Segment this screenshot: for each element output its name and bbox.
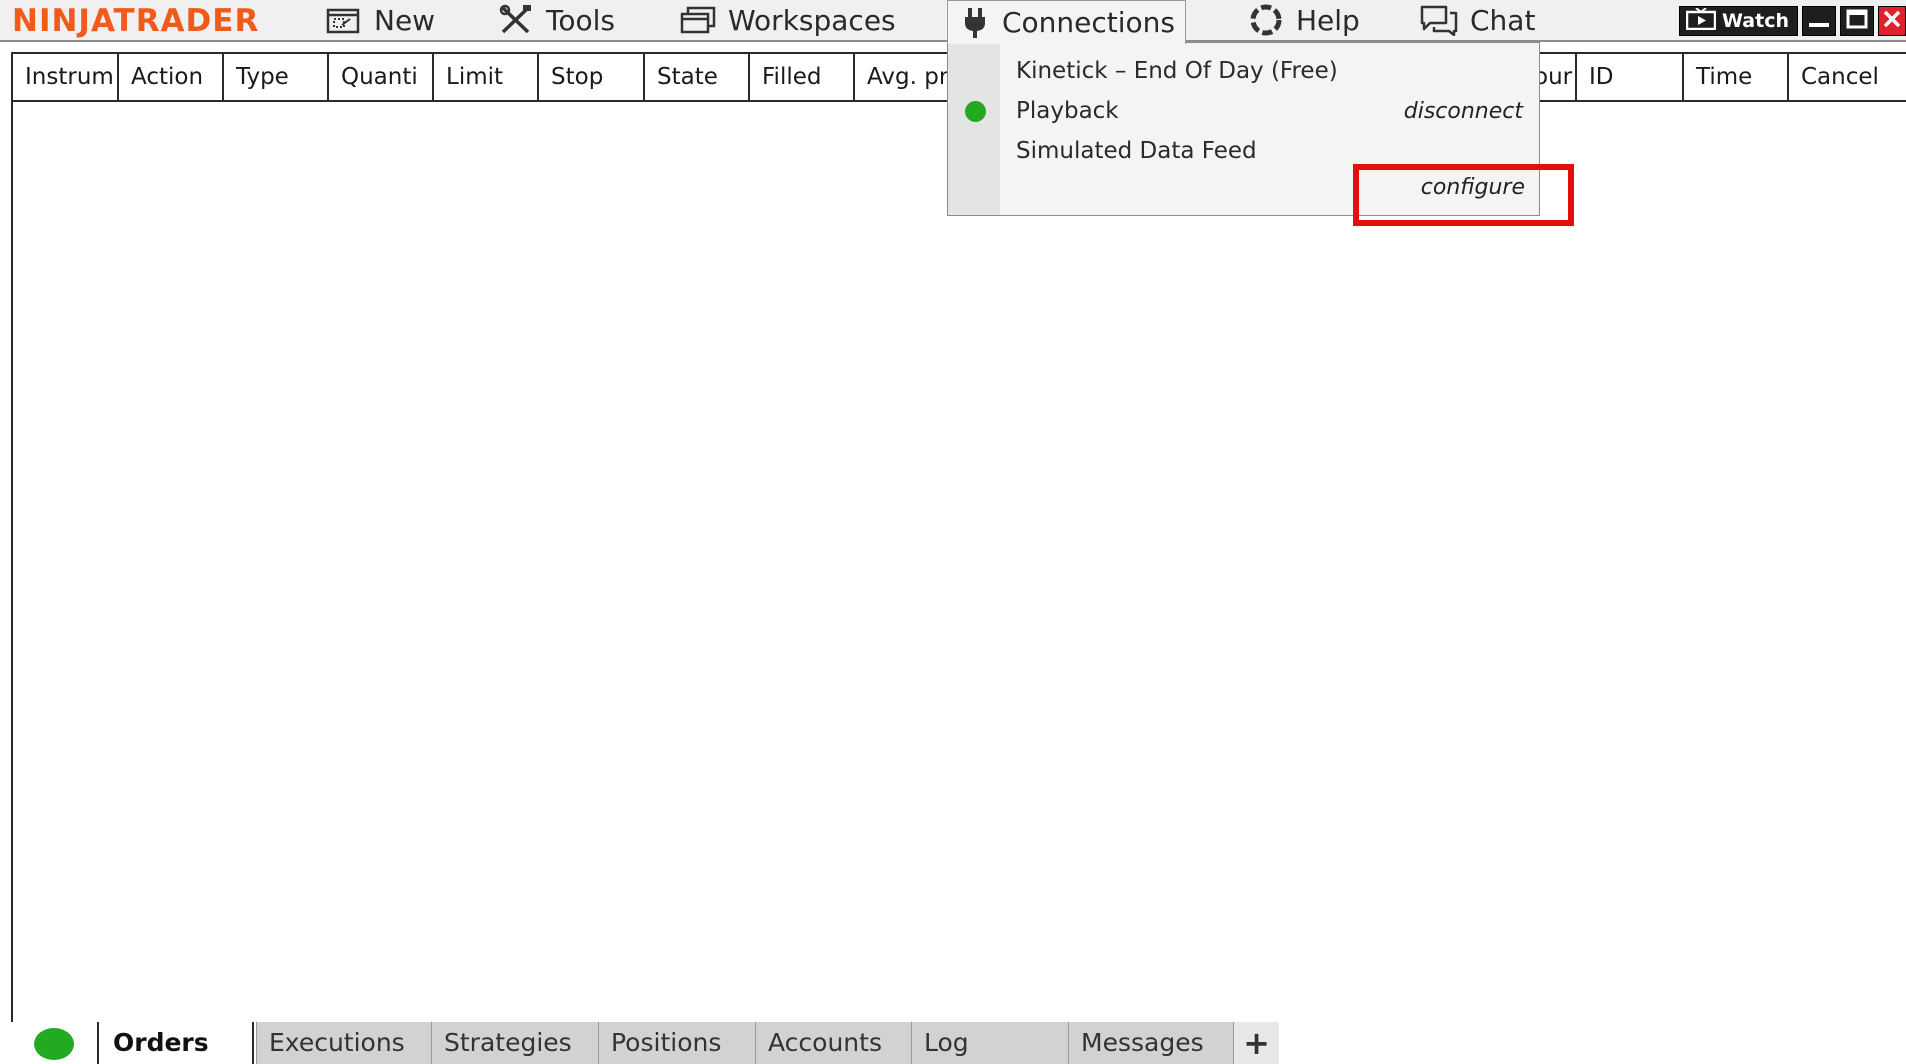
connection-name: Playback (1016, 98, 1119, 124)
tools-icon (498, 4, 534, 36)
connection-name: Kinetick – End Of Day (Free) (1016, 58, 1338, 84)
column-cancel[interactable]: Cancel (1789, 54, 1906, 100)
ninjatrader-logo: NINJATRADER (12, 3, 260, 39)
column-filled[interactable]: Filled (750, 54, 855, 100)
menu-help[interactable]: Help (1248, 0, 1360, 40)
connection-status-indicator (34, 1028, 74, 1060)
maximize-icon (1846, 9, 1868, 33)
column-limit[interactable]: Limit (434, 54, 539, 100)
connection-kinetick[interactable]: Kinetick – End Of Day (Free) (1016, 53, 1523, 89)
menu-new-label: New (374, 3, 436, 37)
chat-icon (1420, 4, 1458, 36)
menu-new[interactable]: New (326, 0, 435, 40)
menu-tools[interactable]: Tools (498, 0, 615, 40)
watch-label: Watch (1722, 10, 1789, 32)
new-window-icon (326, 5, 362, 35)
dropdown-gutter (948, 43, 1000, 215)
column-stop[interactable]: Stop (539, 54, 645, 100)
menu-workspaces[interactable]: Workspaces (680, 0, 896, 40)
lifebuoy-icon (1248, 3, 1284, 37)
menu-chat[interactable]: Chat (1420, 0, 1535, 40)
tab-accounts[interactable]: Accounts (755, 1022, 911, 1064)
tab-executions[interactable]: Executions (256, 1022, 431, 1064)
column-id[interactable]: ID (1577, 54, 1684, 100)
menu-help-label: Help (1296, 3, 1360, 37)
column-type[interactable]: Type (224, 54, 329, 100)
tab-messages[interactable]: Messages (1068, 1022, 1233, 1064)
tab-positions[interactable]: Positions (598, 1022, 755, 1064)
tv-icon (1685, 6, 1717, 35)
column-quantity[interactable]: Quanti (329, 54, 434, 100)
close-button[interactable] (1878, 6, 1906, 36)
column-instrument[interactable]: Instrum (13, 54, 119, 100)
column-state[interactable]: State (645, 54, 750, 100)
window-controls: Watch (1679, 6, 1906, 36)
minimize-button[interactable] (1802, 6, 1836, 36)
connection-playback[interactable]: Playback disconnect (1016, 93, 1523, 129)
workspaces-icon (680, 5, 716, 35)
menu-connections[interactable]: Connections (947, 0, 1187, 44)
configure-highlight-box (1353, 164, 1574, 226)
add-tab-button[interactable]: + (1233, 1022, 1279, 1064)
close-icon (1882, 9, 1902, 33)
column-action[interactable]: Action (119, 54, 224, 100)
bottom-tab-bar: Orders Executions Strategies Positions A… (0, 1022, 1906, 1064)
tab-strategies[interactable]: Strategies (431, 1022, 598, 1064)
maximize-button[interactable] (1840, 6, 1874, 36)
disconnect-link[interactable]: disconnect (1404, 99, 1523, 124)
connection-name: Simulated Data Feed (1016, 138, 1257, 164)
menu-connections-label: Connections (1002, 6, 1176, 39)
watch-button[interactable]: Watch (1679, 6, 1798, 36)
tab-orders[interactable]: Orders (97, 1022, 254, 1064)
tab-log[interactable]: Log (911, 1022, 1068, 1064)
menu-chat-label: Chat (1470, 3, 1536, 37)
menu-workspaces-label: Workspaces (728, 3, 896, 37)
menu-tools-label: Tools (546, 3, 615, 37)
plug-icon (960, 6, 990, 40)
column-time[interactable]: Time (1684, 54, 1789, 100)
connected-status-dot (965, 101, 986, 122)
minimize-icon (1808, 9, 1830, 33)
menu-bar: NINJATRADER New Tools Workspaces Connect… (0, 0, 1906, 44)
column-avg-price[interactable]: Avg. pr (855, 54, 961, 100)
